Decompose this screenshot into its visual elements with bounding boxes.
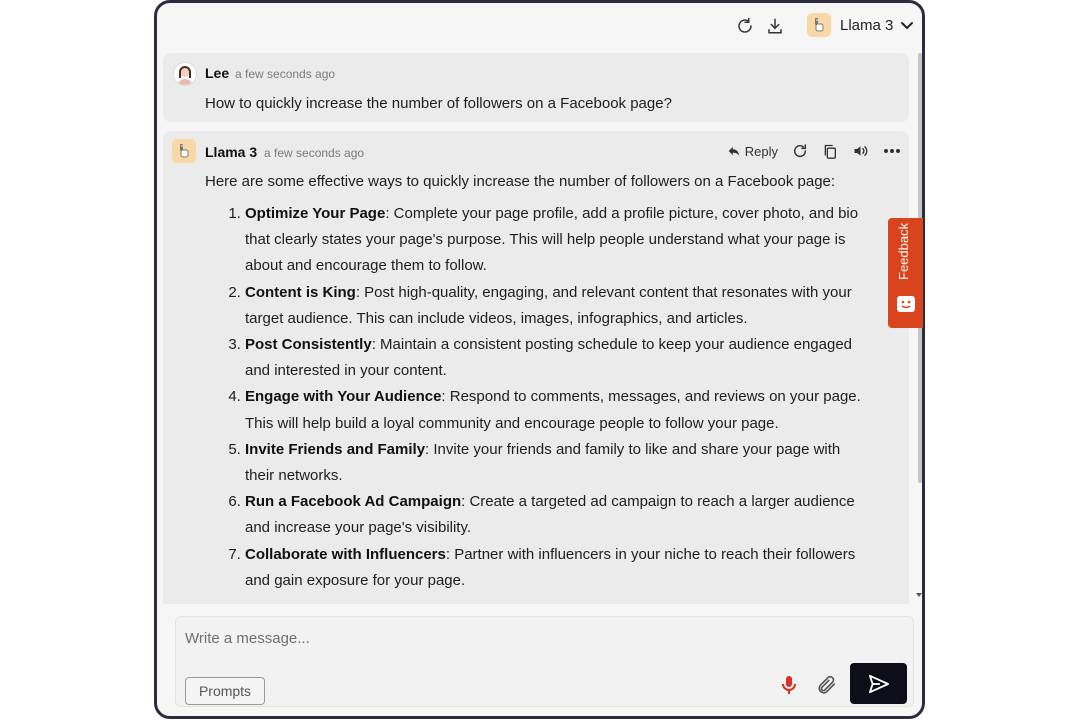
more-options-icon[interactable] — [883, 148, 901, 154]
response-intro: Here are some effective ways to quickly … — [205, 173, 836, 190]
sender-name: Llama 3 — [205, 144, 258, 160]
sender-name: Lee — [205, 65, 230, 81]
list-item: Content is King: Post high-quality, enga… — [245, 280, 865, 332]
list-item: Collaborate with Influencers: Partner wi… — [245, 542, 865, 594]
list-item: Engage with Your Audience: Respond to co… — [245, 384, 865, 436]
reply-label: Reply — [744, 143, 778, 159]
reply-button[interactable]: Reply — [727, 144, 778, 159]
send-button[interactable] — [850, 663, 907, 704]
message-composer: Write a message... Prompts — [175, 616, 914, 707]
send-icon — [868, 674, 889, 693]
download-icon[interactable] — [764, 15, 786, 37]
list-item-title: Post Consistently — [245, 336, 372, 354]
scroll-down-arrow-icon[interactable] — [916, 593, 922, 597]
copy-icon[interactable] — [822, 143, 838, 160]
list-item: Optimize Your Page: Complete your page p… — [245, 201, 865, 280]
list-item: Post Consistently: Maintain a consistent… — [245, 332, 865, 384]
bot-message: Llama 3 a few seconds ago Reply Here are… — [163, 131, 909, 604]
chat-window: Llama 3 Lee a few seconds ago How to qui… — [154, 0, 925, 719]
list-item-title: Optimize Your Page — [245, 205, 386, 222]
prompts-button[interactable]: Prompts — [185, 677, 265, 705]
response-list: Optimize Your Page: Complete your page p… — [203, 201, 865, 594]
chevron-down-icon[interactable] — [899, 17, 915, 33]
conversation-area[interactable]: Lee a few seconds ago How to quickly inc… — [157, 49, 922, 604]
refresh-icon[interactable] — [734, 15, 756, 37]
list-item-title: Collaborate with Influencers — [245, 545, 446, 563]
user-avatar — [173, 62, 197, 86]
model-selector-label[interactable]: Llama 3 — [840, 17, 893, 34]
speaker-icon[interactable] — [852, 143, 869, 159]
list-item-title: Engage with Your Audience — [245, 388, 442, 406]
llama-avatar-icon[interactable] — [807, 13, 831, 37]
reply-icon — [728, 146, 739, 156]
list-item-title: Content is King — [245, 283, 356, 301]
paperclip-icon[interactable] — [816, 673, 838, 697]
list-item: Run a Facebook Ad Campaign: Create a tar… — [245, 489, 865, 541]
llama-avatar-icon — [172, 139, 196, 163]
feedback-tab[interactable]: Feedback — [888, 218, 923, 328]
message-input[interactable]: Write a message... — [185, 630, 310, 647]
message-text: How to quickly increase the number of fo… — [205, 95, 672, 112]
microphone-icon[interactable] — [778, 673, 800, 697]
feedback-label: Feedback — [896, 222, 911, 280]
smiley-icon — [897, 296, 915, 312]
regenerate-icon[interactable] — [792, 143, 808, 159]
list-item-title: Invite Friends and Family — [245, 440, 426, 458]
list-item-title: Run a Facebook Ad Campaign — [245, 493, 462, 511]
message-timestamp: a few seconds ago — [264, 146, 365, 160]
message-timestamp: a few seconds ago — [235, 67, 336, 81]
list-item: Invite Friends and Family: Invite your f… — [245, 437, 865, 489]
user-message: Lee a few seconds ago How to quickly inc… — [163, 53, 909, 122]
top-bar: Llama 3 — [157, 3, 922, 49]
message-actions: Reply — [713, 141, 901, 161]
